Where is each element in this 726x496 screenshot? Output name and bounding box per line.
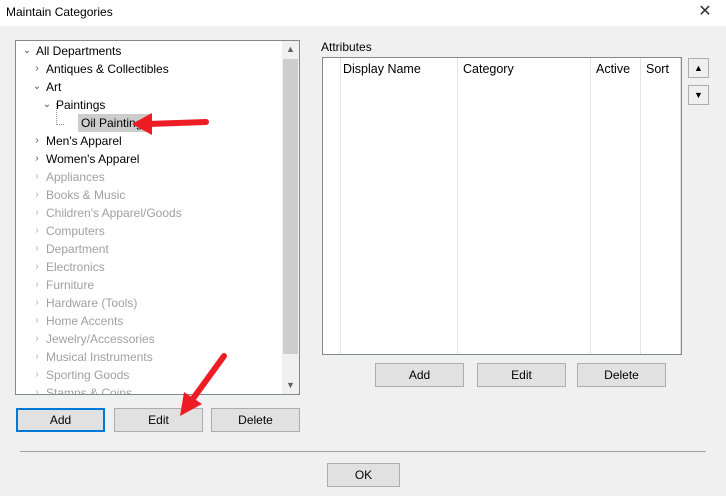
tree-item[interactable]: › Women's Apparel [16, 150, 282, 168]
attributes-grid[interactable]: Display Name Category Active Sort [322, 57, 682, 355]
tree-item-label: Computers [46, 224, 105, 238]
chevron-right-icon[interactable]: › [32, 150, 42, 168]
column-header-display-name[interactable]: Display Name [343, 62, 421, 76]
delete-category-button[interactable]: Delete [211, 408, 300, 432]
tree-item: › Jewelry/Accessories [16, 330, 282, 348]
column-divider [590, 58, 591, 354]
tree-item: › Hardware (Tools) [16, 294, 282, 312]
chevron-down-icon[interactable]: ⌄ [32, 78, 42, 96]
tree-item-label: Electronics [46, 260, 105, 274]
chevron-right-icon[interactable]: › [32, 348, 42, 366]
tree-item: › Computers [16, 222, 282, 240]
edit-attribute-button[interactable]: Edit [477, 363, 566, 387]
footer-separator [20, 451, 706, 452]
chevron-right-icon[interactable]: › [32, 60, 42, 78]
chevron-right-icon[interactable]: › [32, 186, 42, 204]
chevron-right-icon[interactable]: › [32, 384, 42, 394]
tree-item-label: Appliances [46, 170, 105, 184]
chevron-right-icon[interactable]: › [32, 366, 42, 384]
tree-item[interactable]: ⌄ Art [16, 78, 282, 96]
column-header-active[interactable]: Active [596, 62, 630, 76]
tree-item[interactable]: › Antiques & Collectibles [16, 60, 282, 78]
tree-item-label: Paintings [56, 98, 106, 112]
tree-item-label: Musical Instruments [46, 350, 153, 364]
tree-item-label: Department [46, 242, 109, 256]
tree-item-label: Antiques & Collectibles [46, 62, 169, 76]
row-selector-column [323, 58, 341, 354]
tree-item: › Appliances [16, 168, 282, 186]
tree-item-label: Art [46, 80, 62, 94]
column-divider [680, 58, 681, 354]
window-title: Maintain Categories [6, 5, 113, 19]
chevron-right-icon[interactable]: › [32, 330, 42, 348]
tree-item-label: Hardware (Tools) [46, 296, 138, 310]
chevron-right-icon[interactable]: › [32, 258, 42, 276]
chevron-right-icon[interactable]: › [32, 294, 42, 312]
tree-item: › Children's Apparel/Goods [16, 204, 282, 222]
tree-item-label: Sporting Goods [46, 368, 130, 382]
tree-item: › Sporting Goods [16, 366, 282, 384]
category-tree[interactable]: ▲ ▼ ⌄ All Departments › Antiques & Collecti… [15, 40, 300, 395]
scroll-up-icon[interactable]: ▲ [282, 41, 299, 58]
chevron-right-icon[interactable]: › [32, 168, 42, 186]
chevron-down-icon[interactable]: ⌄ [22, 42, 32, 60]
chevron-right-icon[interactable]: › [32, 276, 42, 294]
chevron-right-icon[interactable]: › [32, 312, 42, 330]
ok-button[interactable]: OK [327, 463, 400, 487]
tree-item-label: All Departments [36, 44, 122, 58]
scroll-down-icon[interactable]: ▼ [282, 377, 299, 394]
tree-item: › Department [16, 240, 282, 258]
tree-item-label: Home Accents [46, 314, 124, 328]
scroll-thumb[interactable] [283, 59, 298, 354]
tree-item: › Home Accents [16, 312, 282, 330]
tree-item: › Electronics [16, 258, 282, 276]
tree-item: › Stamps & Coins [16, 384, 282, 395]
delete-attribute-button[interactable]: Delete [577, 363, 666, 387]
tree-item[interactable]: › Men's Apparel [16, 132, 282, 150]
move-down-icon[interactable]: ▼ [688, 85, 709, 105]
tree-item-label: Jewelry/Accessories [46, 332, 155, 346]
tree-item[interactable]: Oil Paintings [16, 114, 282, 132]
tree-item-label: Women's Apparel [46, 152, 140, 166]
attributes-label: Attributes [321, 40, 372, 54]
tree-item-label: Stamps & Coins [46, 386, 133, 395]
tree-item-label: Children's Apparel/Goods [46, 206, 182, 220]
tree-item: › Musical Instruments [16, 348, 282, 366]
tree-item-label: Oil Paintings [78, 114, 152, 132]
chevron-right-icon[interactable]: › [32, 132, 42, 150]
tree-item[interactable]: ⌄ All Departments [16, 42, 282, 60]
tree-item[interactable]: ⌄ Paintings [16, 96, 282, 114]
chevron-down-icon[interactable]: ⌄ [42, 96, 52, 114]
title-bar: Maintain Categories ✕ [0, 0, 726, 26]
tree-scrollbar[interactable]: ▲ ▼ [282, 41, 299, 394]
column-divider [640, 58, 641, 354]
add-category-button[interactable]: Add [16, 408, 105, 432]
chevron-right-icon[interactable]: › [32, 204, 42, 222]
column-header-sort[interactable]: Sort [646, 62, 669, 76]
tree-item-label: Furniture [46, 278, 95, 292]
tree-item: › Books & Music [16, 186, 282, 204]
add-attribute-button[interactable]: Add [375, 363, 464, 387]
chevron-right-icon[interactable]: › [32, 222, 42, 240]
close-icon[interactable]: ✕ [692, 2, 718, 22]
tree-item-label: Books & Music [46, 188, 126, 202]
edit-category-button[interactable]: Edit [114, 408, 203, 432]
column-divider [457, 58, 458, 354]
tree-item: › Furniture [16, 276, 282, 294]
column-header-category[interactable]: Category [463, 62, 514, 76]
chevron-right-icon[interactable]: › [32, 240, 42, 258]
move-up-icon[interactable]: ▲ [688, 58, 709, 78]
tree-item-label: Men's Apparel [46, 134, 122, 148]
